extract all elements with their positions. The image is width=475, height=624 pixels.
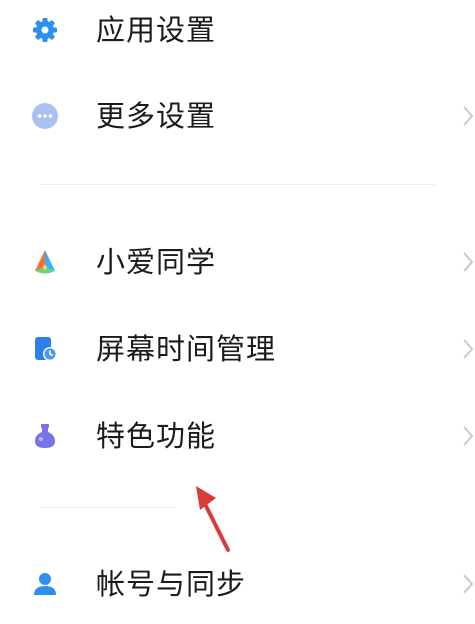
settings-item-label: 帐号与同步 xyxy=(96,567,247,601)
settings-item-account-sync[interactable]: 帐号与同步 xyxy=(0,544,475,624)
more-dots-icon xyxy=(30,101,60,131)
section-divider xyxy=(40,507,175,508)
settings-item-label: 小爱同学 xyxy=(96,245,217,279)
chevron-right-icon xyxy=(461,249,475,275)
settings-item-xiaoai[interactable]: 小爱同学 xyxy=(0,222,475,302)
section-divider xyxy=(40,184,435,185)
potion-flask-icon xyxy=(30,421,60,451)
settings-item-app-settings[interactable]: 应用设置 xyxy=(0,0,475,70)
settings-item-screen-time[interactable]: 屏幕时间管理 xyxy=(0,309,475,389)
chevron-right-icon xyxy=(461,103,475,129)
screen-time-icon xyxy=(30,334,60,364)
settings-item-special-features[interactable]: 特色功能 xyxy=(0,396,475,476)
chevron-right-icon xyxy=(461,336,475,362)
chevron-right-icon xyxy=(461,423,475,449)
settings-item-label: 更多设置 xyxy=(96,99,217,133)
settings-item-label: 应用设置 xyxy=(96,13,217,47)
chevron-right-icon xyxy=(461,571,475,597)
settings-item-label: 特色功能 xyxy=(96,419,217,453)
xiaoai-assistant-icon xyxy=(30,247,60,277)
settings-item-more-settings[interactable]: 更多设置 xyxy=(0,76,475,156)
settings-item-label: 屏幕时间管理 xyxy=(96,332,277,366)
gear-icon xyxy=(30,15,60,45)
person-icon xyxy=(30,569,60,599)
